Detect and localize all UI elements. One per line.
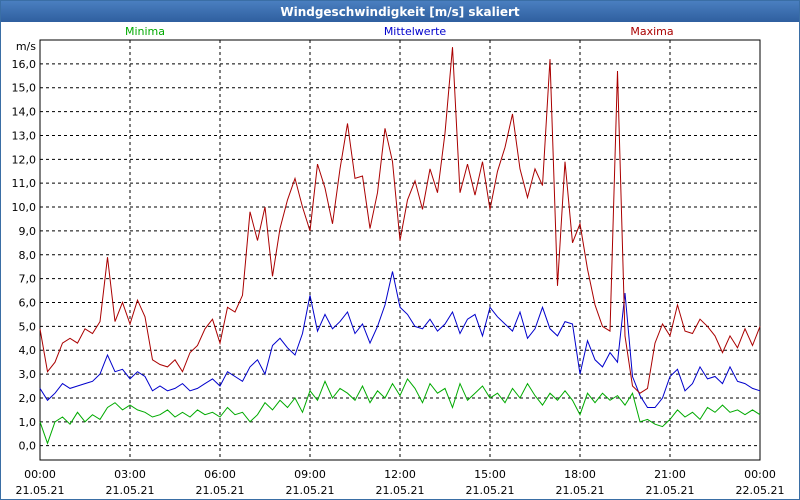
x-tick-time: 18:00 — [564, 468, 596, 481]
series-line-mean — [39, 271, 761, 408]
y-tick-label: 9,0 — [19, 225, 37, 238]
x-tick-date: 21.05.21 — [106, 484, 155, 497]
x-tick-date: 21.05.21 — [196, 484, 245, 497]
x-tick-time: 00:00 — [744, 468, 776, 481]
y-tick-label: 2,0 — [19, 392, 37, 405]
y-tick-label: 5,0 — [19, 320, 37, 333]
y-tick-label: 0,0 — [19, 440, 37, 453]
legend-min: Minima — [125, 25, 165, 38]
x-tick-time: 09:00 — [294, 468, 326, 481]
x-tick-time: 06:00 — [204, 468, 236, 481]
chart-canvas: 0,0 1,0 2,0 3,0 4,0 5,0 6,0 7,0 8,0 9,0 10,0 11,0 12… — [12, 25, 785, 497]
x-tick-date: 21.05.21 — [286, 484, 335, 497]
y-tick-label: 4,0 — [19, 344, 37, 357]
x-tick-date: 22.05.21 — [736, 484, 785, 497]
y-tick-label: 8,0 — [19, 249, 37, 262]
y-tick-label: 10,0 — [12, 201, 37, 214]
y-tick-label: 11,0 — [12, 177, 37, 190]
x-tick-date: 21.05.21 — [16, 484, 65, 497]
y-tick-label: 15,0 — [12, 82, 37, 95]
y-axis-label: m/s — [16, 40, 36, 53]
y-tick-label: 14,0 — [12, 106, 37, 119]
y-tick-label: 16,0 — [12, 58, 37, 71]
y-tick-label: 13,0 — [12, 129, 37, 142]
y-tick-label: 12,0 — [12, 153, 37, 166]
y-tick-label: 6,0 — [19, 297, 37, 310]
x-tick-time: 03:00 — [114, 468, 146, 481]
y-tick-label: 3,0 — [19, 368, 37, 381]
x-tick-date: 21.05.21 — [466, 484, 515, 497]
x-tick-time: 21:00 — [654, 468, 686, 481]
y-tick-label: 1,0 — [19, 416, 37, 429]
y-tick-label: 7,0 — [19, 273, 37, 286]
x-tick-date: 21.05.21 — [646, 484, 695, 497]
x-tick-date: 21.05.21 — [556, 484, 605, 497]
x-tick-time: 12:00 — [384, 468, 416, 481]
legend-mean: Mittelwerte — [384, 25, 447, 38]
x-tick-time: 00:00 — [24, 468, 56, 481]
x-tick-time: 15:00 — [474, 468, 506, 481]
legend-max: Maxima — [630, 25, 673, 38]
x-tick-date: 21.05.21 — [376, 484, 425, 497]
